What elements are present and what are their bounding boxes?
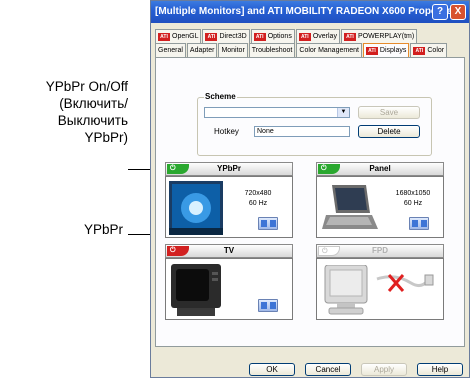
crt-monitor-icon xyxy=(324,265,368,315)
chevron-down-icon[interactable]: ▼ xyxy=(337,108,349,117)
tab-label: Displays xyxy=(379,47,407,54)
device-name: Panel xyxy=(369,164,391,173)
fpd-header[interactable]: ⏻ FPD xyxy=(316,244,444,258)
tab-general[interactable]: General xyxy=(155,43,186,57)
callout-line-5: YPbPr xyxy=(83,222,123,237)
cancel-button[interactable]: Cancel xyxy=(305,363,351,376)
panel-header[interactable]: ⏻ Panel xyxy=(316,162,444,176)
ypbpr-display[interactable]: 720x480 60 Hz xyxy=(165,176,293,238)
power-toggle-tv[interactable]: ⏻ xyxy=(167,246,189,256)
tab-color[interactable]: ATI Color xyxy=(410,43,448,57)
tab-monitor[interactable]: Monitor xyxy=(218,43,248,57)
power-icon: ⏻ xyxy=(170,165,176,172)
ati-icon: ATI xyxy=(298,32,311,41)
scheme-dropdown[interactable]: ▼ xyxy=(204,107,350,118)
ypbpr-toggle-callout: YPbPr On/Off (Включить/ Выключить YPbPr) xyxy=(0,78,128,146)
tv-header[interactable]: ⏻ TV xyxy=(165,244,293,258)
save-button[interactable]: Save xyxy=(358,106,420,119)
tab-troubleshoot[interactable]: Troubleshoot xyxy=(248,43,296,57)
callout-line-1: YPbPr On/Off xyxy=(45,79,128,94)
panel-display[interactable]: 1680x1050 60 Hz xyxy=(316,176,444,238)
help-icon[interactable]: ? xyxy=(432,4,448,20)
window-title: [Multiple Monitors] and ATI MOBILITY RAD… xyxy=(155,6,458,17)
power-toggle-ypbpr[interactable]: ⏻ xyxy=(167,164,189,174)
ati-icon: ATI xyxy=(205,32,218,41)
power-icon: ⏻ xyxy=(170,247,176,254)
power-icon: ⏻ xyxy=(322,248,328,255)
device-name: YPbPr xyxy=(216,164,241,173)
panel-mode: 1680x1050 60 Hz xyxy=(383,189,443,209)
help-button[interactable]: Help xyxy=(417,363,463,376)
title-bar[interactable]: [Multiple Monitors] and ATI MOBILITY RAD… xyxy=(151,1,469,23)
tab-options[interactable]: ATI Options xyxy=(250,29,295,43)
ati-icon: ATI xyxy=(158,32,170,41)
callout-line-3: Выключить xyxy=(57,113,128,128)
device-name: TV xyxy=(223,246,235,255)
ypbpr-mode: 720x480 60 Hz xyxy=(228,189,288,209)
scheme-group: Scheme ▼ Save Hotkey None Delete xyxy=(197,92,432,156)
tab-displays[interactable]: ATI Displays xyxy=(362,43,410,57)
tv-settings-button[interactable] xyxy=(258,299,278,312)
ati-icon: ATI xyxy=(343,32,356,41)
hotkey-field[interactable]: None xyxy=(254,126,350,137)
displays-panel: Scheme ▼ Save Hotkey None Delete ⏻ YPbPr xyxy=(155,57,465,347)
ypbpr-header[interactable]: ⏻ YPbPr xyxy=(165,162,293,176)
callout-line-4: YPbPr) xyxy=(84,130,128,145)
hotkey-label: Hotkey xyxy=(214,127,239,136)
tab-opengl[interactable]: ATI OpenGL xyxy=(155,29,202,43)
callout-line-2: (Включить/ xyxy=(59,96,128,111)
tab-label: POWERPLAY(tm) xyxy=(357,33,415,40)
ypbpr-resolution: 720x480 xyxy=(244,190,272,197)
tab-label: Color xyxy=(427,47,445,54)
scheme-label: Scheme xyxy=(204,92,237,101)
apply-button[interactable]: Apply xyxy=(361,363,407,376)
ati-icon: ATI xyxy=(413,46,426,55)
close-icon[interactable]: X xyxy=(450,4,466,20)
tab-label: Direct3D xyxy=(219,33,247,40)
ypbpr-display-callout: YPbPr xyxy=(0,221,123,238)
laptop-icon xyxy=(322,185,378,229)
delete-button[interactable]: Delete xyxy=(358,125,420,138)
tab-label: Overlay xyxy=(312,33,337,40)
panel-resolution: 1680x1050 xyxy=(395,190,431,197)
ati-icon: ATI xyxy=(253,32,266,41)
ypbpr-refresh: 60 Hz xyxy=(248,200,268,207)
power-toggle-fpd[interactable]: ⏻ xyxy=(318,246,340,256)
fpd-display[interactable] xyxy=(316,258,444,320)
tab-adapter[interactable]: Adapter xyxy=(186,43,218,57)
ypbpr-settings-button[interactable] xyxy=(258,217,278,230)
tv-display[interactable] xyxy=(165,258,293,320)
tab-row-2: General Adapter Monitor Troubleshoot Col… xyxy=(155,43,448,57)
disconnected-cable-icon xyxy=(376,274,434,292)
tv-screen-icon xyxy=(169,181,223,235)
tab-powerplay[interactable]: ATI POWERPLAY(tm) xyxy=(340,29,418,43)
crt-tv-icon xyxy=(171,264,221,316)
ok-button[interactable]: OK xyxy=(249,363,295,376)
power-icon: ⏻ xyxy=(321,165,327,172)
tab-direct3d[interactable]: ATI Direct3D xyxy=(202,29,250,43)
device-name: FPD xyxy=(372,246,388,255)
tab-row-1: ATI OpenGL ATI Direct3D ATI Options ATI Over… xyxy=(155,29,418,43)
panel-settings-button[interactable] xyxy=(409,217,429,230)
panel-refresh: 60 Hz xyxy=(403,200,423,207)
tab-overlay[interactable]: ATI Overlay xyxy=(295,29,340,43)
properties-dialog: [Multiple Monitors] and ATI MOBILITY RAD… xyxy=(150,0,470,378)
tab-label: OpenGL xyxy=(172,33,199,40)
tab-label: Options xyxy=(267,33,292,40)
power-toggle-panel[interactable]: ⏻ xyxy=(318,164,340,174)
ati-icon: ATI xyxy=(365,46,378,55)
tab-color-management[interactable]: Color Management xyxy=(296,43,362,57)
